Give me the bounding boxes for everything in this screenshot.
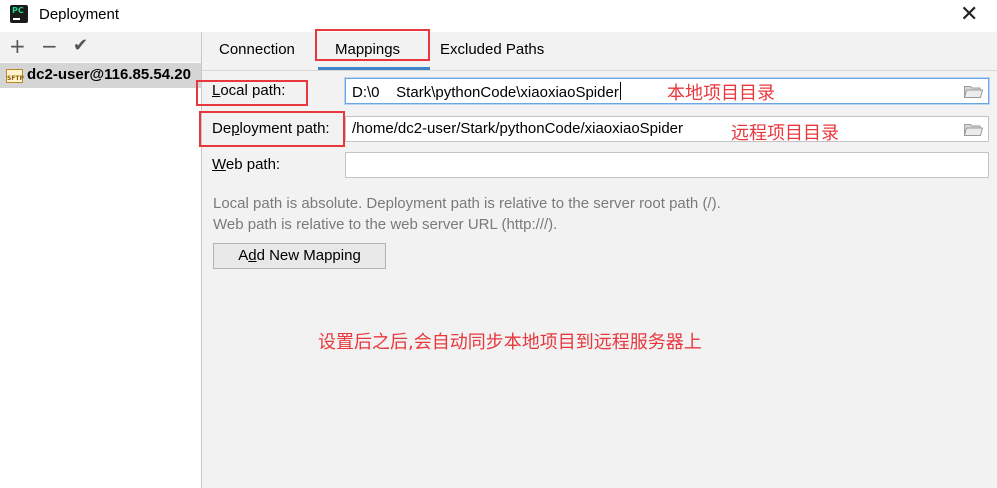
sftp-icon: SFTP <box>6 69 24 83</box>
server-name: dc2-user@116.85.54.20 <box>27 66 191 83</box>
local-path-value: D:\0 Stark\pythonCode\xiaoxiaoSpider <box>352 82 621 101</box>
web-path-label: Web path: <box>212 156 281 173</box>
add-new-mapping-button[interactable]: Add New Mapping <box>213 243 386 269</box>
add-server-icon[interactable]: + <box>9 34 26 58</box>
sync-annotation: 设置后之后,会自动同步本地项目到远程服务器上 <box>318 332 702 353</box>
web-path-field[interactable] <box>345 152 989 178</box>
tab-mappings[interactable]: Mappings <box>335 41 400 58</box>
deployment-path-label: Deployment path: <box>212 120 330 137</box>
sftp-icon-label: SFTP <box>7 75 24 82</box>
remove-server-icon[interactable]: − <box>41 34 58 58</box>
local-path-annotation: 本地项目目录 <box>667 83 775 104</box>
tab-separator <box>202 70 997 71</box>
browse-folder-icon[interactable] <box>964 123 983 136</box>
pycharm-app-icon: PC <box>10 2 31 23</box>
server-list-panel: + − ✔ SFTP dc2-user@116.85.54.20 <box>0 32 202 488</box>
deployment-path-field[interactable]: /home/dc2-user/Stark/pythonCode/xiaoxiao… <box>345 116 989 142</box>
help-text-line-2: Web path is relative to the web server U… <box>213 216 558 233</box>
browse-folder-icon[interactable] <box>964 85 983 98</box>
tab-excluded-paths[interactable]: Excluded Paths <box>440 41 544 58</box>
remote-path-annotation: 远程项目目录 <box>731 123 839 144</box>
help-text-line-1: Local path is absolute. Deployment path … <box>213 195 721 212</box>
close-icon[interactable]: ✕ <box>960 3 978 25</box>
check-icon[interactable]: ✔ <box>73 34 88 58</box>
tab-connection[interactable]: Connection <box>219 41 295 58</box>
deployment-path-value: /home/dc2-user/Stark/pythonCode/xiaoxiao… <box>352 120 684 137</box>
server-list-item[interactable]: SFTP dc2-user@116.85.54.20 <box>0 63 201 88</box>
tab-bar: Connection Mappings Excluded Paths <box>202 32 997 72</box>
window-title: Deployment <box>39 6 120 23</box>
title-bar: PC Deployment ✕ <box>0 0 997 32</box>
app-icon-label: PC <box>12 6 24 15</box>
local-path-label: Local path: <box>212 82 286 99</box>
server-toolbar: + − ✔ <box>0 32 201 62</box>
